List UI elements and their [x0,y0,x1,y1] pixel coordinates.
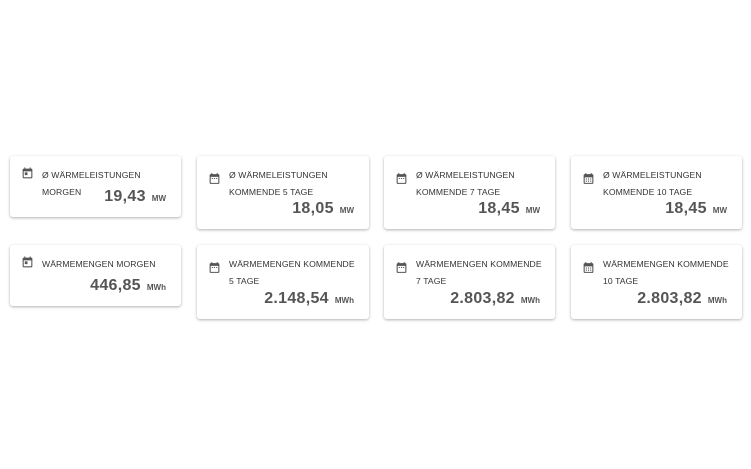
card-value-row: 18,45 MW [478,200,540,218]
calendar-icon [208,172,221,185]
card-value: 2.803,82 [450,290,515,307]
card-unit: MWh [146,283,166,292]
card-value-row: 446,85 MWh [90,277,166,295]
calendar-today-icon [21,256,34,269]
card-value: 2.803,82 [637,290,702,307]
card-label: Ø Wärmeleistungen kommende 7 Tage [416,170,515,197]
card-unit: MWh [520,296,540,305]
calendar-icon [395,261,408,274]
card-unit: MWh [707,296,727,305]
card-value: 18,45 [665,200,707,217]
card-label: Ø Wärmeleistungen kommende 10 Tage [603,170,702,197]
card-avg-heat-output-tomorrow: Ø Wärmeleistungen morgen 19,43 MW [10,156,181,217]
card-value-row: 18,05 MW [292,200,354,218]
card-unit: MWh [334,296,354,305]
card-heat-quantity-tomorrow: Wärmemengen morgen 446,85 MWh [10,245,181,306]
card-unit: MW [712,206,727,215]
card-value: 446,85 [90,277,141,294]
calendar-today-icon [21,167,34,180]
card-label: Wärmemengen kommende 7 Tage [416,259,542,286]
card-avg-heat-output-7-days: Ø Wärmeleistungen kommende 7 Tage 18,45 M… [384,156,555,229]
card-unit: MW [339,206,354,215]
card-label: Wärmemengen morgen [42,259,156,269]
card-label: Wärmemengen kommende 10 Tage [603,259,729,286]
card-value: 19,43 [104,188,146,205]
calendar-icon [395,172,408,185]
card-value-row: 2.148,54 MWh [264,290,354,308]
card-heat-quantity-5-days: Wärmemengen kommende 5 Tage 2.148,54 MWh [197,245,369,319]
card-heat-quantity-7-days: Wärmemengen kommende 7 Tage 2.803,82 MWh [384,245,555,319]
calendar-month-icon [582,261,595,274]
card-unit: MW [151,194,166,203]
card-value-row: 19,43 MW [104,188,166,206]
card-avg-heat-output-10-days: Ø Wärmeleistungen kommende 10 Tage 18,45… [571,156,742,229]
calendar-icon [208,261,221,274]
card-label: Ø Wärmeleistungen kommende 5 Tage [229,170,328,197]
card-value: 18,05 [292,200,334,217]
card-value: 18,45 [478,200,520,217]
calendar-month-icon [582,172,595,185]
card-value-row: 2.803,82 MWh [450,290,540,308]
card-avg-heat-output-5-days: Ø Wärmeleistungen kommende 5 Tage 18,05 M… [197,156,369,229]
card-unit: MW [525,206,540,215]
card-value-row: 2.803,82 MWh [637,290,727,308]
card-value-row: 18,45 MW [665,200,727,218]
card-value: 2.148,54 [264,290,329,307]
card-heat-quantity-10-days: Wärmemengen kommende 10 Tage 2.803,82 MWh [571,245,742,319]
card-label: Wärmemengen kommende 5 Tage [229,259,355,286]
